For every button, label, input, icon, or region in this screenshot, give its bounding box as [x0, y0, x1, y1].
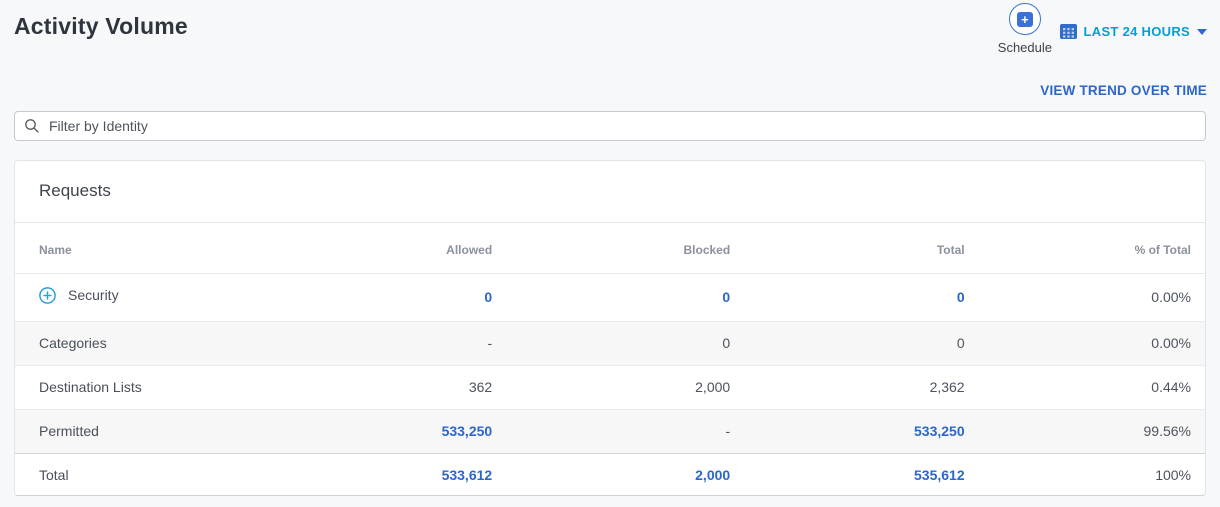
- total-value: 0: [956, 335, 965, 351]
- table-row-total: Total 533,612 2,000 535,612 100%: [15, 453, 1205, 498]
- total-value-link[interactable]: 535,612: [914, 467, 965, 483]
- column-header-name: Name: [39, 243, 72, 257]
- blocked-value-link[interactable]: 2,000: [695, 467, 730, 483]
- identity-filter: [14, 111, 1206, 141]
- column-header-pct-of-total: % of Total: [1134, 243, 1191, 257]
- blocked-value-link[interactable]: 0: [722, 289, 730, 305]
- pct-of-total-value: 99.56%: [1143, 423, 1191, 439]
- page-title: Activity Volume: [14, 13, 188, 39]
- schedule-button-label: Schedule: [997, 40, 1052, 55]
- caret-down-icon: [1197, 29, 1207, 35]
- activity-volume-page: Activity Volume + Schedule LAST 24 HOURS…: [0, 0, 1220, 507]
- table-row-categories: Categories - 0 0 0.00%: [15, 321, 1205, 366]
- requests-card-header: Requests: [15, 161, 1205, 223]
- column-header-total: Total: [936, 243, 965, 257]
- search-icon: [25, 119, 39, 133]
- table-header-row: Name Allowed Blocked Total % of Total: [15, 223, 1205, 274]
- requests-table: Name Allowed Blocked Total % of Total Se…: [15, 223, 1205, 497]
- row-name: Categories: [39, 335, 107, 351]
- pct-of-total-value: 0.00%: [1151, 335, 1191, 351]
- total-value: 2,362: [929, 379, 965, 395]
- expand-plus-circle-icon[interactable]: [39, 287, 56, 304]
- row-name: Destination Lists: [39, 379, 142, 395]
- blocked-value: 2,000: [695, 379, 731, 395]
- allowed-value: -: [487, 335, 493, 351]
- plus-icon: +: [1016, 11, 1033, 27]
- allowed-value-link[interactable]: 533,250: [442, 423, 493, 439]
- row-name: Total: [39, 467, 69, 483]
- blocked-value: 0: [722, 335, 731, 351]
- requests-card-title: Requests: [39, 181, 111, 200]
- total-value-link[interactable]: 0: [957, 289, 965, 305]
- schedule-plus-circle-icon: +: [1008, 3, 1041, 35]
- table-row-security: Security 0 0 0 0.00%: [15, 273, 1205, 322]
- requests-card: Requests Name Allowed Blocked Total % of…: [14, 160, 1206, 496]
- allowed-value: 362: [468, 379, 493, 395]
- allowed-value-link[interactable]: 0: [484, 289, 492, 305]
- calendar-icon: [1059, 24, 1077, 39]
- allowed-value-link[interactable]: 533,612: [442, 467, 493, 483]
- table-row-destination-lists: Destination Lists 362 2,000 2,362 0.44%: [15, 365, 1205, 410]
- view-trend-link[interactable]: VIEW TREND OVER TIME: [1040, 83, 1207, 98]
- time-range-label: LAST 24 HOURS: [1083, 23, 1190, 39]
- pct-of-total-value: 0.44%: [1151, 379, 1191, 395]
- pct-of-total-value: 0.00%: [1151, 289, 1191, 305]
- row-name: Security: [68, 287, 119, 303]
- pct-of-total-value: 100%: [1155, 467, 1191, 483]
- row-name: Permitted: [39, 423, 99, 439]
- filter-by-identity-input[interactable]: [14, 111, 1206, 141]
- total-value-link[interactable]: 533,250: [914, 423, 965, 439]
- column-header-allowed: Allowed: [446, 243, 493, 257]
- column-header-blocked: Blocked: [683, 243, 731, 257]
- schedule-button[interactable]: + Schedule: [998, 3, 1052, 55]
- table-row-permitted: Permitted 533,250 - 533,250 99.56%: [15, 409, 1205, 454]
- blocked-value: -: [725, 423, 731, 439]
- time-range-dropdown[interactable]: LAST 24 HOURS: [1059, 23, 1207, 39]
